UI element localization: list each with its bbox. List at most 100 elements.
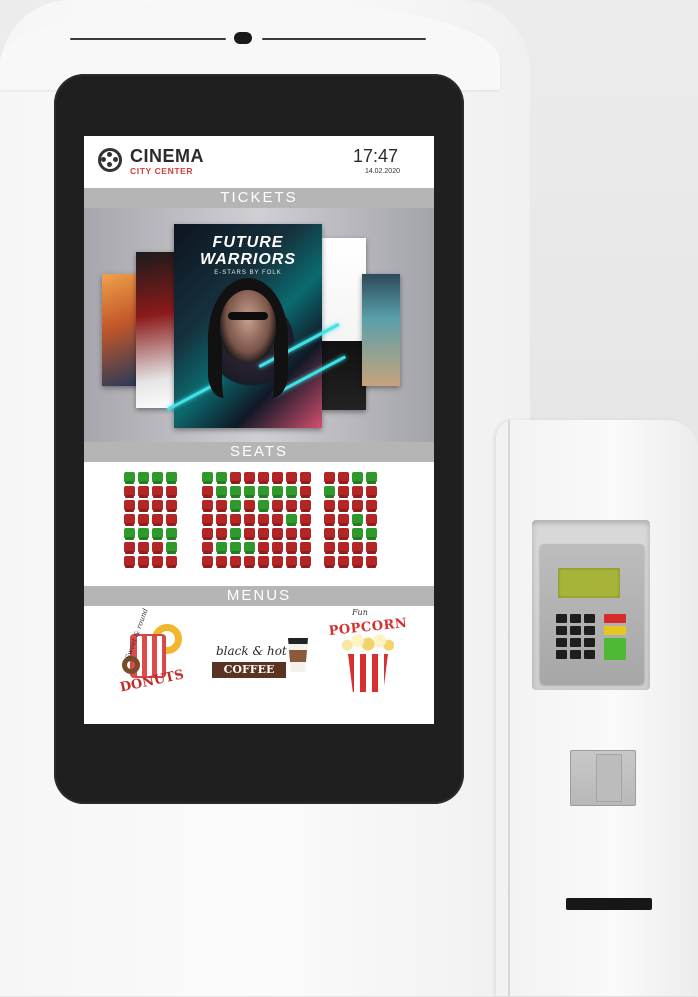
seat-taken — [152, 556, 163, 566]
seat-available[interactable] — [216, 486, 227, 496]
poster-title: FUTURE WARRIORS — [174, 234, 322, 268]
popcorn-tagline: Fun — [352, 608, 368, 617]
popcorn-kernels-icon — [342, 632, 394, 654]
seat-taken — [272, 556, 283, 566]
seat-taken — [258, 472, 269, 482]
seat-taken — [166, 514, 177, 524]
seat-taken — [244, 556, 255, 566]
seat-available[interactable] — [166, 472, 177, 482]
seat-taken — [258, 542, 269, 552]
seat-available[interactable] — [258, 486, 269, 496]
seat-taken — [338, 486, 349, 496]
seat-available[interactable] — [366, 472, 377, 482]
seat-available[interactable] — [202, 472, 213, 482]
clock-date: 14.02.2020 — [364, 168, 400, 175]
seat-taken — [324, 472, 335, 482]
pin-key[interactable] — [584, 638, 595, 647]
seat-available[interactable] — [258, 500, 269, 510]
card-reader[interactable] — [570, 750, 636, 806]
pin-pad-display — [558, 568, 620, 598]
seat-available[interactable] — [366, 528, 377, 538]
pin-key[interactable] — [570, 614, 581, 623]
seat-taken — [324, 556, 335, 566]
seat-taken — [202, 500, 213, 510]
popcorn-box-icon — [348, 654, 388, 692]
seat-available[interactable] — [286, 514, 297, 524]
seat-available[interactable] — [286, 486, 297, 496]
pin-key[interactable] — [556, 614, 567, 623]
seat-taken — [124, 514, 135, 524]
seat-taken — [244, 500, 255, 510]
seat-available[interactable] — [352, 472, 363, 482]
seat-available[interactable] — [166, 528, 177, 538]
movie-poster[interactable] — [362, 274, 400, 386]
seat-taken — [202, 514, 213, 524]
seat-available[interactable] — [244, 486, 255, 496]
seat-taken — [338, 514, 349, 524]
seat-taken — [216, 556, 227, 566]
kiosk-side-edge — [508, 420, 510, 996]
pin-key[interactable] — [570, 638, 581, 647]
menu-item-popcorn[interactable]: Fun POPCORN — [328, 608, 408, 706]
seat-taken — [352, 500, 363, 510]
seat-taken — [338, 500, 349, 510]
seat-taken — [324, 514, 335, 524]
speaker-slot-right — [262, 38, 426, 40]
seat-available[interactable] — [124, 472, 135, 482]
seat-taken — [152, 542, 163, 552]
seat-available[interactable] — [272, 486, 283, 496]
seat-taken — [300, 514, 311, 524]
pin-key[interactable] — [556, 638, 567, 647]
seat-available[interactable] — [244, 542, 255, 552]
seat-taken — [272, 500, 283, 510]
seat-taken — [216, 500, 227, 510]
pin-key[interactable] — [556, 626, 567, 635]
seats-section-header: SEATS — [84, 442, 434, 462]
seat-available[interactable] — [230, 528, 241, 538]
seat-taken — [338, 542, 349, 552]
seat-available[interactable] — [166, 542, 177, 552]
ticket-dispenser-slot — [566, 898, 652, 910]
pin-key[interactable] — [584, 650, 595, 659]
pin-key[interactable] — [556, 650, 567, 659]
seat-taken — [244, 472, 255, 482]
menu-item-donuts[interactable]: Sweet & round DONUTS — [112, 607, 188, 696]
seat-taken — [300, 486, 311, 496]
seat-available[interactable] — [230, 542, 241, 552]
seat-available[interactable] — [230, 500, 241, 510]
pin-key[interactable] — [584, 614, 595, 623]
poster-glasses — [228, 312, 268, 320]
seat-taken — [286, 472, 297, 482]
seat-taken — [366, 556, 377, 566]
brand-title: CINEMA — [130, 146, 204, 166]
seat-taken — [286, 556, 297, 566]
seat-available[interactable] — [216, 472, 227, 482]
tickets-carousel[interactable]: FUTURE WARRIORS E-STARS BY FOLK — [84, 208, 434, 442]
seat-available[interactable] — [138, 472, 149, 482]
confirm-key[interactable] — [604, 638, 626, 660]
seat-available[interactable] — [124, 528, 135, 538]
tickets-section-header: TICKETS — [84, 188, 434, 208]
movie-poster[interactable] — [322, 238, 366, 410]
menu-item-coffee[interactable]: black & hot COFFEE — [212, 638, 312, 694]
seat-taken — [366, 486, 377, 496]
seat-available[interactable] — [152, 528, 163, 538]
seat-available[interactable] — [230, 486, 241, 496]
seat-taken — [324, 500, 335, 510]
poster-title-line2: WARRIORS — [200, 251, 296, 268]
clear-key[interactable] — [604, 626, 626, 635]
pin-key[interactable] — [570, 650, 581, 659]
brand-subtitle: CITY CENTER — [130, 166, 194, 176]
seat-available[interactable] — [352, 528, 363, 538]
seat-taken — [300, 528, 311, 538]
seat-available[interactable] — [152, 472, 163, 482]
seat-available[interactable] — [352, 514, 363, 524]
seat-available[interactable] — [138, 528, 149, 538]
seat-available[interactable] — [324, 486, 335, 496]
featured-movie-poster[interactable]: FUTURE WARRIORS E-STARS BY FOLK — [166, 224, 347, 428]
seat-available[interactable] — [216, 542, 227, 552]
pin-key[interactable] — [570, 626, 581, 635]
cancel-key[interactable] — [604, 614, 626, 623]
clock-time: 17:47 — [352, 146, 398, 166]
pin-key[interactable] — [584, 626, 595, 635]
